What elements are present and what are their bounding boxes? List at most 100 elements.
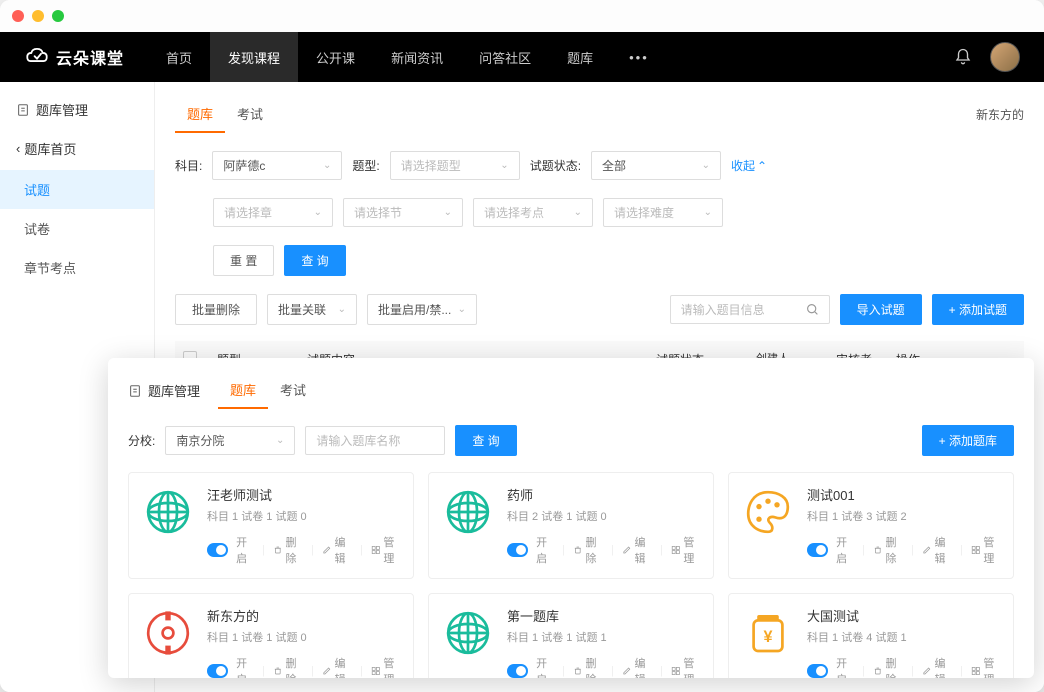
card-manage[interactable]: 管理 (371, 655, 401, 678)
bank-name-placeholder: 请输入题库名称 (316, 432, 400, 449)
maximize-window-icon[interactable] (52, 10, 64, 22)
status-select[interactable]: 全部 ⌄ (591, 151, 721, 180)
add-question-button[interactable]: + 添加试题 (932, 294, 1024, 325)
card-delete[interactable]: 删除 (873, 534, 903, 566)
card-edit[interactable]: 编辑 (622, 534, 652, 566)
nav-bank[interactable]: 题库 (549, 32, 611, 82)
card-manage[interactable]: 管理 (671, 655, 701, 678)
coin-icon (141, 606, 195, 660)
switch-label: 开启 (536, 534, 554, 566)
card-manage[interactable]: 管理 (671, 534, 701, 566)
card-edit[interactable]: 编辑 (322, 655, 352, 678)
card-title: 测试001 (807, 485, 1001, 504)
enable-switch[interactable] (507, 543, 528, 557)
enable-switch[interactable] (507, 664, 528, 678)
trash-icon (573, 665, 583, 677)
bank-card: 测试001科目 1 试卷 3 试题 2开启|删除|编辑|管理 (728, 472, 1014, 579)
enable-switch[interactable] (807, 543, 828, 557)
nav-open-class[interactable]: 公开课 (298, 32, 373, 82)
card-manage[interactable]: 管理 (971, 534, 1001, 566)
collapse-label: 收起 (731, 157, 755, 174)
palette-icon (741, 485, 795, 539)
card-edit[interactable]: 编辑 (922, 534, 952, 566)
nav-more[interactable]: ••• (611, 32, 667, 82)
panel2-tab-exam[interactable]: 考试 (268, 372, 318, 409)
card-edit[interactable]: 编辑 (322, 534, 352, 566)
nav-qa[interactable]: 问答社区 (461, 32, 549, 82)
add-bank-button[interactable]: + 添加题库 (922, 425, 1014, 456)
panel2-tab-bank[interactable]: 题库 (218, 372, 268, 409)
card-title: 新东方的 (207, 606, 401, 625)
sidebar-back[interactable]: ‹ 题库首页 (0, 127, 154, 170)
card-edit[interactable]: 编辑 (622, 655, 652, 678)
trash-icon (273, 665, 283, 677)
section-placeholder: 请选择节 (354, 204, 402, 221)
type-select[interactable]: 请选择题型 ⌄ (390, 151, 520, 180)
search-input[interactable]: 请输入题目信息 (670, 295, 830, 324)
tab-bank[interactable]: 题库 (175, 96, 225, 133)
bank-card: 药师科目 2 试卷 1 试题 0开启|删除|编辑|管理 (428, 472, 714, 579)
chevron-left-icon: ‹ (16, 141, 20, 156)
chevron-down-icon: ⌄ (458, 304, 466, 315)
chevron-down-icon: ⌄ (702, 160, 710, 171)
chevron-down-icon: ⌄ (338, 304, 346, 315)
difficulty-placeholder: 请选择难度 (614, 204, 674, 221)
card-meta: 科目 1 试卷 1 试题 0 (207, 508, 401, 524)
avatar[interactable] (990, 42, 1020, 72)
edit-icon (622, 544, 632, 556)
card-delete[interactable]: 删除 (873, 655, 903, 678)
close-window-icon[interactable] (12, 10, 24, 22)
card-delete[interactable]: 删除 (573, 534, 603, 566)
document-icon (128, 384, 142, 398)
sidebar-item-chapters[interactable]: 章节考点 (0, 248, 154, 287)
branch-select[interactable]: 南京分院 ⌄ (165, 426, 295, 455)
sidebar-item-questions[interactable]: 试题 (0, 170, 154, 209)
branch-value: 南京分院 (176, 432, 224, 449)
enable-switch[interactable] (207, 543, 228, 557)
point-select[interactable]: 请选择考点 ⌄ (473, 198, 593, 227)
reset-button[interactable]: 重 置 (213, 245, 274, 276)
tab-exam[interactable]: 考试 (225, 96, 275, 133)
nav-news[interactable]: 新闻资讯 (373, 32, 461, 82)
card-manage[interactable]: 管理 (371, 534, 401, 566)
minimize-window-icon[interactable] (32, 10, 44, 22)
type-label: 题型: (352, 157, 379, 174)
difficulty-select[interactable]: 请选择难度 ⌄ (603, 198, 723, 227)
nav-home[interactable]: 首页 (148, 32, 210, 82)
edit-icon (322, 544, 332, 556)
card-delete[interactable]: 删除 (573, 655, 603, 678)
sidebar-item-papers[interactable]: 试卷 (0, 209, 154, 248)
subject-select[interactable]: 阿萨德c ⌄ (212, 151, 342, 180)
chapter-select[interactable]: 请选择章 ⌄ (213, 198, 333, 227)
import-button[interactable]: 导入试题 (840, 294, 922, 325)
batch-delete-button[interactable]: 批量删除 (175, 294, 257, 325)
enable-switch[interactable] (207, 664, 228, 678)
bank-panel: 题库管理 题库 考试 分校: 南京分院 ⌄ 请输入题库名称 查 询 + 添加题库… (108, 358, 1034, 678)
edit-icon (922, 665, 932, 677)
trash-icon (873, 665, 883, 677)
breadcrumb: 新东方的 (976, 106, 1024, 123)
card-manage[interactable]: 管理 (971, 655, 1001, 678)
enable-switch[interactable] (807, 664, 828, 678)
collapse-link[interactable]: 收起 ⌃ (731, 157, 767, 174)
card-delete[interactable]: 删除 (273, 655, 303, 678)
batch-link-label: 批量关联 (278, 301, 326, 318)
batch-toggle-label: 批量启用/禁... (378, 301, 451, 318)
grid-icon (971, 544, 981, 556)
query-button[interactable]: 查 询 (284, 245, 345, 276)
panel2-query-button[interactable]: 查 询 (455, 425, 516, 456)
edit-icon (922, 544, 932, 556)
nav-discover[interactable]: 发现课程 (210, 32, 298, 82)
bell-icon[interactable] (954, 48, 972, 66)
status-label: 试题状态: (530, 157, 581, 174)
section-select[interactable]: 请选择节 ⌄ (343, 198, 463, 227)
svg-text:¥: ¥ (763, 628, 772, 646)
card-edit[interactable]: 编辑 (922, 655, 952, 678)
logo[interactable]: 云朵课堂 (24, 45, 124, 69)
bank-card: 新东方的科目 1 试卷 1 试题 0开启|删除|编辑|管理 (128, 593, 414, 678)
bank-name-input[interactable]: 请输入题库名称 (305, 426, 445, 455)
batch-link-select[interactable]: 批量关联 ⌄ (267, 294, 357, 325)
card-delete[interactable]: 删除 (273, 534, 303, 566)
card-icon (741, 485, 795, 539)
batch-toggle-select[interactable]: 批量启用/禁... ⌄ (367, 294, 477, 325)
